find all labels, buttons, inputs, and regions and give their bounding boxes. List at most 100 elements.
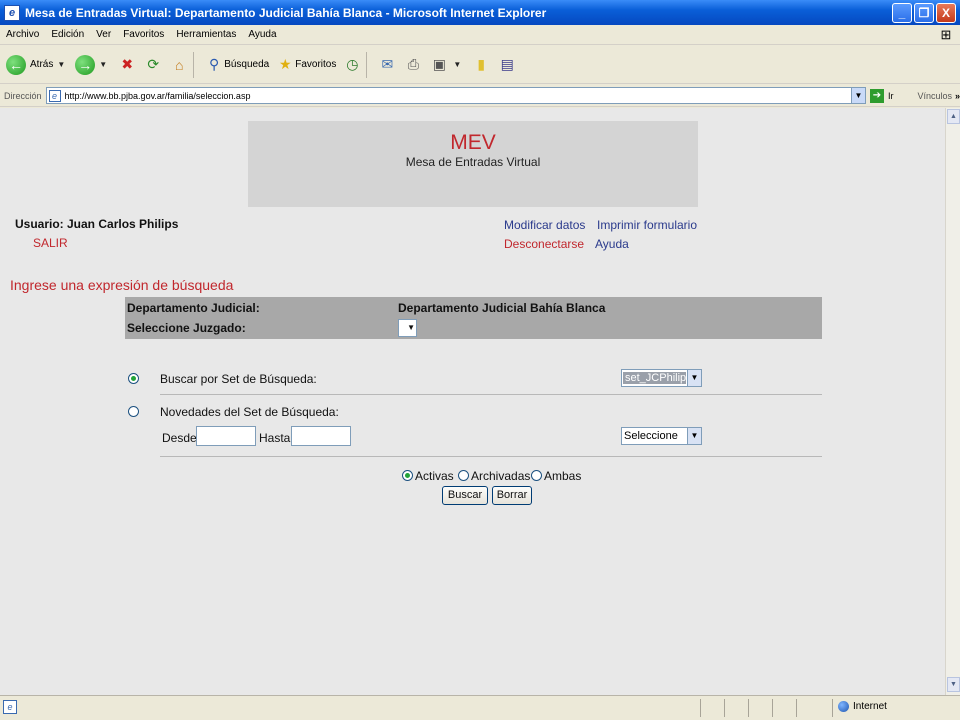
address-url[interactable]: http://www.bb.pjba.gov.ar/familia/selecc… (65, 91, 851, 101)
menu-favoritos[interactable]: Favoritos (117, 29, 170, 40)
to-label: Hasta: (259, 431, 294, 445)
active-radio[interactable] (402, 470, 413, 481)
status-divider (772, 699, 773, 717)
modify-data-link[interactable]: Modificar datos (504, 218, 585, 232)
vertical-scrollbar[interactable]: ▲ ▼ (945, 108, 960, 695)
search-icon: ⚲ (209, 56, 220, 72)
menu-ver[interactable]: Ver (90, 29, 117, 40)
search-set-value: set_JCPhilips (623, 372, 686, 384)
zone-label: Internet (853, 701, 887, 712)
archived-radio[interactable] (458, 470, 469, 481)
both-label: Ambas (544, 469, 582, 483)
menu-edicion[interactable]: Edición (45, 29, 90, 40)
address-dropdown-icon[interactable]: ▼ (850, 88, 865, 103)
address-label: Dirección (4, 90, 42, 101)
back-label: Atrás (30, 59, 54, 70)
address-input[interactable]: e http://www.bb.pjba.gov.ar/familia/sele… (45, 87, 866, 104)
from-date-input[interactable] (196, 426, 256, 446)
status-bar: e Internet (0, 695, 960, 720)
print-form-link[interactable]: Imprimir formulario (597, 218, 697, 232)
scroll-up-icon[interactable]: ▲ (947, 109, 960, 124)
page-content: MEV Mesa de Entradas Virtual Usuario: Ju… (0, 108, 945, 695)
notes-icon[interactable]: ▮ (471, 55, 491, 75)
search-set-radio[interactable] (128, 373, 139, 384)
toolbar-separator (366, 51, 368, 78)
go-label: Ir (887, 90, 894, 101)
home-icon[interactable]: ⌂ (169, 55, 189, 75)
mail-icon[interactable]: ✉ (377, 55, 397, 75)
forward-button[interactable]: → ▼ (75, 54, 111, 75)
status-divider (832, 699, 833, 717)
favorites-label: Favoritos (295, 59, 337, 70)
links-chevron-icon[interactable]: » (955, 91, 960, 101)
favorites-star-icon: ★ (278, 56, 292, 72)
dept-label: Departamento Judicial: (127, 301, 260, 315)
title-bar: e Mesa de Entradas Virtual: Departamento… (0, 0, 960, 25)
edit-dropdown-icon[interactable]: ▼ (453, 60, 461, 69)
back-arrow-icon: ← (6, 54, 26, 75)
go-button[interactable]: ➔ Ir (869, 88, 894, 103)
favorites-button[interactable]: ★ Favoritos (275, 55, 336, 75)
links-label[interactable]: Vínculos (917, 91, 952, 101)
stop-icon[interactable]: ✖ (117, 55, 137, 75)
go-arrow-icon: ➔ (869, 88, 884, 103)
help-link[interactable]: Ayuda (595, 237, 629, 251)
ie-icon: e (4, 4, 20, 21)
archived-label: Archivadas (471, 469, 531, 483)
toolbar: ← Atrás ▼ → ▼ ✖ ⟳ ⌂ ⚲ Búsqueda ★ Favorit… (0, 46, 960, 84)
print-icon[interactable]: ⎙ (403, 55, 423, 75)
search-button[interactable]: Buscar (442, 486, 488, 505)
logout-link[interactable]: SALIR (33, 236, 68, 250)
search-set-select[interactable]: set_JCPhilips ▼ (621, 369, 702, 387)
menu-archivo[interactable]: Archivo (0, 29, 45, 40)
forward-dropdown-icon[interactable]: ▼ (99, 60, 107, 69)
refresh-icon[interactable]: ⟳ (143, 55, 163, 75)
from-label: Desde: (162, 431, 201, 445)
chevron-down-icon: ▼ (687, 428, 701, 444)
maximize-button[interactable]: ❐ (914, 2, 934, 23)
menu-herramientas[interactable]: Herramientas (170, 29, 242, 40)
news-radio[interactable] (128, 406, 139, 417)
divider (160, 394, 822, 395)
search-heading: Ingrese una expresión de búsqueda (10, 277, 234, 293)
news-label: Novedades del Set de Búsqueda: (160, 405, 339, 419)
mev-banner: MEV Mesa de Entradas Virtual (248, 121, 698, 207)
edit-icon[interactable]: ▣ (429, 55, 449, 75)
dept-value: Departamento Judicial Bahía Blanca (398, 301, 606, 315)
page-status-icon: e (3, 700, 17, 714)
close-button[interactable]: X (936, 2, 956, 23)
globe-icon (838, 701, 849, 712)
menu-bar: Archivo Edición Ver Favoritos Herramient… (0, 25, 960, 45)
news-select-value: Seleccione (624, 430, 678, 442)
forward-arrow-icon: → (75, 54, 96, 75)
research-icon[interactable]: ▤ (497, 55, 517, 75)
status-divider (724, 699, 725, 717)
address-bar: Dirección e http://www.bb.pjba.gov.ar/fa… (0, 85, 960, 107)
both-radio[interactable] (531, 470, 542, 481)
divider (160, 456, 822, 457)
menu-ayuda[interactable]: Ayuda (242, 29, 282, 40)
scroll-down-icon[interactable]: ▼ (947, 677, 960, 692)
clear-button[interactable]: Borrar (492, 486, 532, 505)
to-date-input[interactable] (291, 426, 351, 446)
court-selection-panel: Departamento Judicial: Departamento Judi… (125, 297, 822, 339)
court-label: Seleccione Juzgado: (127, 321, 246, 335)
court-select[interactable]: ▼ (398, 319, 417, 337)
disconnect-link[interactable]: Desconectarse (504, 237, 584, 251)
user-name: Usuario: Juan Carlos Philips (15, 217, 179, 231)
search-button[interactable]: ⚲ Búsqueda (204, 55, 269, 75)
back-button[interactable]: ← Atrás ▼ (6, 54, 69, 75)
security-zone: Internet (838, 701, 887, 712)
back-dropdown-icon[interactable]: ▼ (57, 60, 65, 69)
search-set-label: Buscar por Set de Búsqueda: (160, 372, 317, 386)
status-divider (796, 699, 797, 717)
search-label: Búsqueda (224, 59, 270, 70)
toolbar-separator (193, 51, 195, 78)
news-select[interactable]: Seleccione ▼ (621, 427, 702, 445)
status-divider (700, 699, 701, 717)
minimize-button[interactable]: _ (892, 2, 912, 23)
active-label: Activas (415, 469, 454, 483)
banner-title: MEV (450, 131, 496, 154)
history-icon[interactable]: ◷ (342, 55, 362, 75)
window-title: Mesa de Entradas Virtual: Departamento J… (25, 5, 547, 20)
